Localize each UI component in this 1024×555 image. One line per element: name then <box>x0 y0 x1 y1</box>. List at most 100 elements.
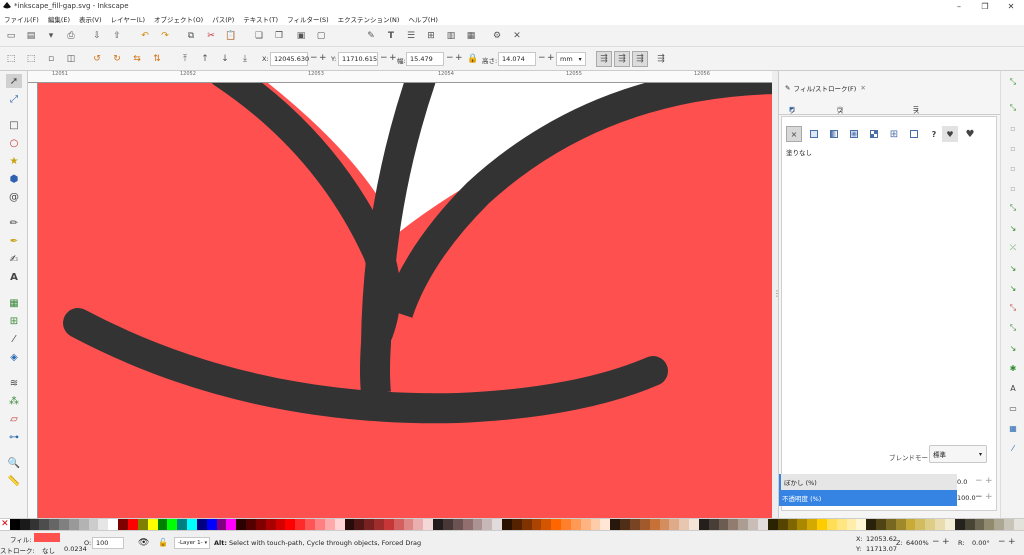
clone-icon[interactable]: ❐ <box>272 29 286 43</box>
color-swatch[interactable] <box>767 519 778 530</box>
new-document-icon[interactable]: ▭ <box>4 29 18 43</box>
color-swatch[interactable] <box>620 519 630 530</box>
color-swatch[interactable] <box>492 519 503 530</box>
color-swatch[interactable] <box>295 519 306 530</box>
color-swatch[interactable] <box>354 519 365 530</box>
color-swatch[interactable] <box>88 519 99 530</box>
color-swatch[interactable] <box>669 519 680 530</box>
opacity-increment[interactable]: + <box>985 492 993 502</box>
dialog-tab-fill-stroke[interactable]: ✎ フィル/ストローク(F) ✕ <box>785 81 866 95</box>
color-swatch[interactable] <box>570 519 581 530</box>
color-swatch[interactable] <box>403 519 414 530</box>
unit-select[interactable]: mm ▾ <box>556 52 586 66</box>
height-decrement[interactable]: − <box>538 53 546 63</box>
height-input[interactable]: 14.074 <box>498 52 536 66</box>
color-swatch[interactable] <box>905 519 916 530</box>
menu-edit[interactable]: 編集(E) <box>48 14 70 24</box>
opacity-slider[interactable]: 不透明度 (%) <box>779 490 957 506</box>
menu-view[interactable]: 表示(V) <box>79 14 102 24</box>
color-swatch[interactable] <box>541 519 552 530</box>
color-swatch[interactable] <box>482 519 493 530</box>
opacity-status-input[interactable]: 100 <box>92 537 124 549</box>
color-swatch[interactable] <box>738 519 749 530</box>
save-icon[interactable]: ▾ <box>44 29 58 43</box>
opacity-decrement[interactable]: − <box>975 492 983 502</box>
unset-paint-button[interactable]: ? <box>926 126 942 142</box>
snap-paths-icon[interactable]: ↘ <box>1006 221 1020 235</box>
color-swatch[interactable] <box>689 519 699 530</box>
y-input[interactable]: 11710.615 <box>338 52 378 66</box>
color-swatch[interactable] <box>147 519 158 530</box>
y-decrement[interactable]: − <box>380 53 388 63</box>
color-swatch[interactable] <box>305 519 315 530</box>
color-swatch[interactable] <box>472 519 483 530</box>
blur-value[interactable]: 0.0 <box>957 478 967 486</box>
menu-filters[interactable]: フィルター(S) <box>287 14 329 24</box>
snap-bbox-center-icon[interactable]: ▫ <box>1006 181 1020 195</box>
color-swatch[interactable] <box>925 519 936 530</box>
color-swatch[interactable] <box>935 519 945 530</box>
menu-text[interactable]: テキスト(T) <box>243 14 278 24</box>
color-swatch[interactable] <box>29 519 40 530</box>
color-swatch[interactable] <box>206 519 217 530</box>
rotate-cw-icon[interactable]: ↻ <box>110 52 124 66</box>
color-swatch[interactable] <box>137 519 148 530</box>
print-icon[interactable]: ⎙ <box>64 29 78 43</box>
opacity-value[interactable]: 100.0 <box>957 494 976 502</box>
flip-vertical-icon[interactable]: ⇅ <box>150 52 164 66</box>
current-layer-select[interactable]: -Layer 1- ▾ <box>174 537 210 549</box>
snap-others-icon[interactable]: ⤡ <box>1006 321 1020 335</box>
width-input[interactable]: 15.479 <box>406 52 444 66</box>
color-swatch[interactable] <box>196 519 207 530</box>
color-swatch[interactable] <box>649 519 660 530</box>
menu-help[interactable]: ヘルプ(H) <box>408 14 437 24</box>
connector-tool-icon[interactable]: ⊶ <box>6 430 22 444</box>
snap-grid-icon[interactable]: ▦ <box>1006 421 1020 435</box>
color-swatch[interactable] <box>49 519 60 530</box>
scale-stroke-icon[interactable]: ⇶ <box>596 51 612 67</box>
color-swatch[interactable] <box>452 519 463 530</box>
fill-stroke-icon[interactable]: ✎ <box>364 29 378 43</box>
menu-object[interactable]: オブジェクト(O) <box>154 14 203 24</box>
minimize-button[interactable]: – <box>946 0 972 12</box>
color-swatch[interactable] <box>383 519 394 530</box>
color-swatch[interactable] <box>118 519 128 530</box>
flat-color-button[interactable] <box>806 126 822 142</box>
color-swatch[interactable] <box>718 519 729 530</box>
color-swatch[interactable] <box>679 519 690 530</box>
pattern-button[interactable]: ⊞ <box>886 126 902 142</box>
lock-layer-icon[interactable]: 🔓 <box>158 538 168 547</box>
mesh-tool-icon[interactable]: ⊞ <box>6 314 22 328</box>
snap-guide-icon[interactable]: ⁄ <box>1006 441 1020 455</box>
export-icon[interactable]: ⇧ <box>110 29 124 43</box>
3d-box-tool-icon[interactable]: ⬢ <box>6 172 22 186</box>
select-all-icon[interactable]: ⬚ <box>4 52 18 66</box>
color-swatch[interactable] <box>511 519 522 530</box>
rotation-value[interactable]: 0.00° <box>972 539 990 547</box>
select-all-layers-icon[interactable]: ⬚ <box>24 52 38 66</box>
color-swatch[interactable] <box>846 519 857 530</box>
color-swatch[interactable] <box>423 519 434 530</box>
snap-page-border-icon[interactable]: ▭ <box>1006 401 1020 415</box>
radial-gradient-button[interactable] <box>846 126 862 142</box>
snap-intersections-icon[interactable]: ⤫ <box>1006 241 1020 255</box>
align-distribute-icon[interactable]: ▥ <box>444 29 458 43</box>
color-swatch[interactable] <box>551 519 562 530</box>
color-swatch[interactable] <box>433 519 443 530</box>
height-increment[interactable]: + <box>547 53 555 63</box>
color-swatch[interactable] <box>177 519 188 530</box>
gradient-tool-icon[interactable]: ▦ <box>6 296 22 310</box>
color-swatch[interactable] <box>374 519 384 530</box>
copy-icon[interactable]: ⧉ <box>184 29 198 43</box>
menu-layer[interactable]: レイヤー(L) <box>111 14 146 24</box>
pen-tool-icon[interactable]: ✒ <box>6 234 22 248</box>
cut-icon[interactable]: ✂ <box>204 29 218 43</box>
color-swatch[interactable] <box>866 519 877 530</box>
color-swatch[interactable] <box>521 519 532 530</box>
linear-gradient-button[interactable] <box>826 126 842 142</box>
color-swatch[interactable] <box>157 519 168 530</box>
color-swatch[interactable] <box>413 519 424 530</box>
color-swatch[interactable] <box>994 519 1005 530</box>
snap-bbox-corner-icon[interactable]: ▫ <box>1006 141 1020 155</box>
width-decrement[interactable]: − <box>446 53 454 63</box>
